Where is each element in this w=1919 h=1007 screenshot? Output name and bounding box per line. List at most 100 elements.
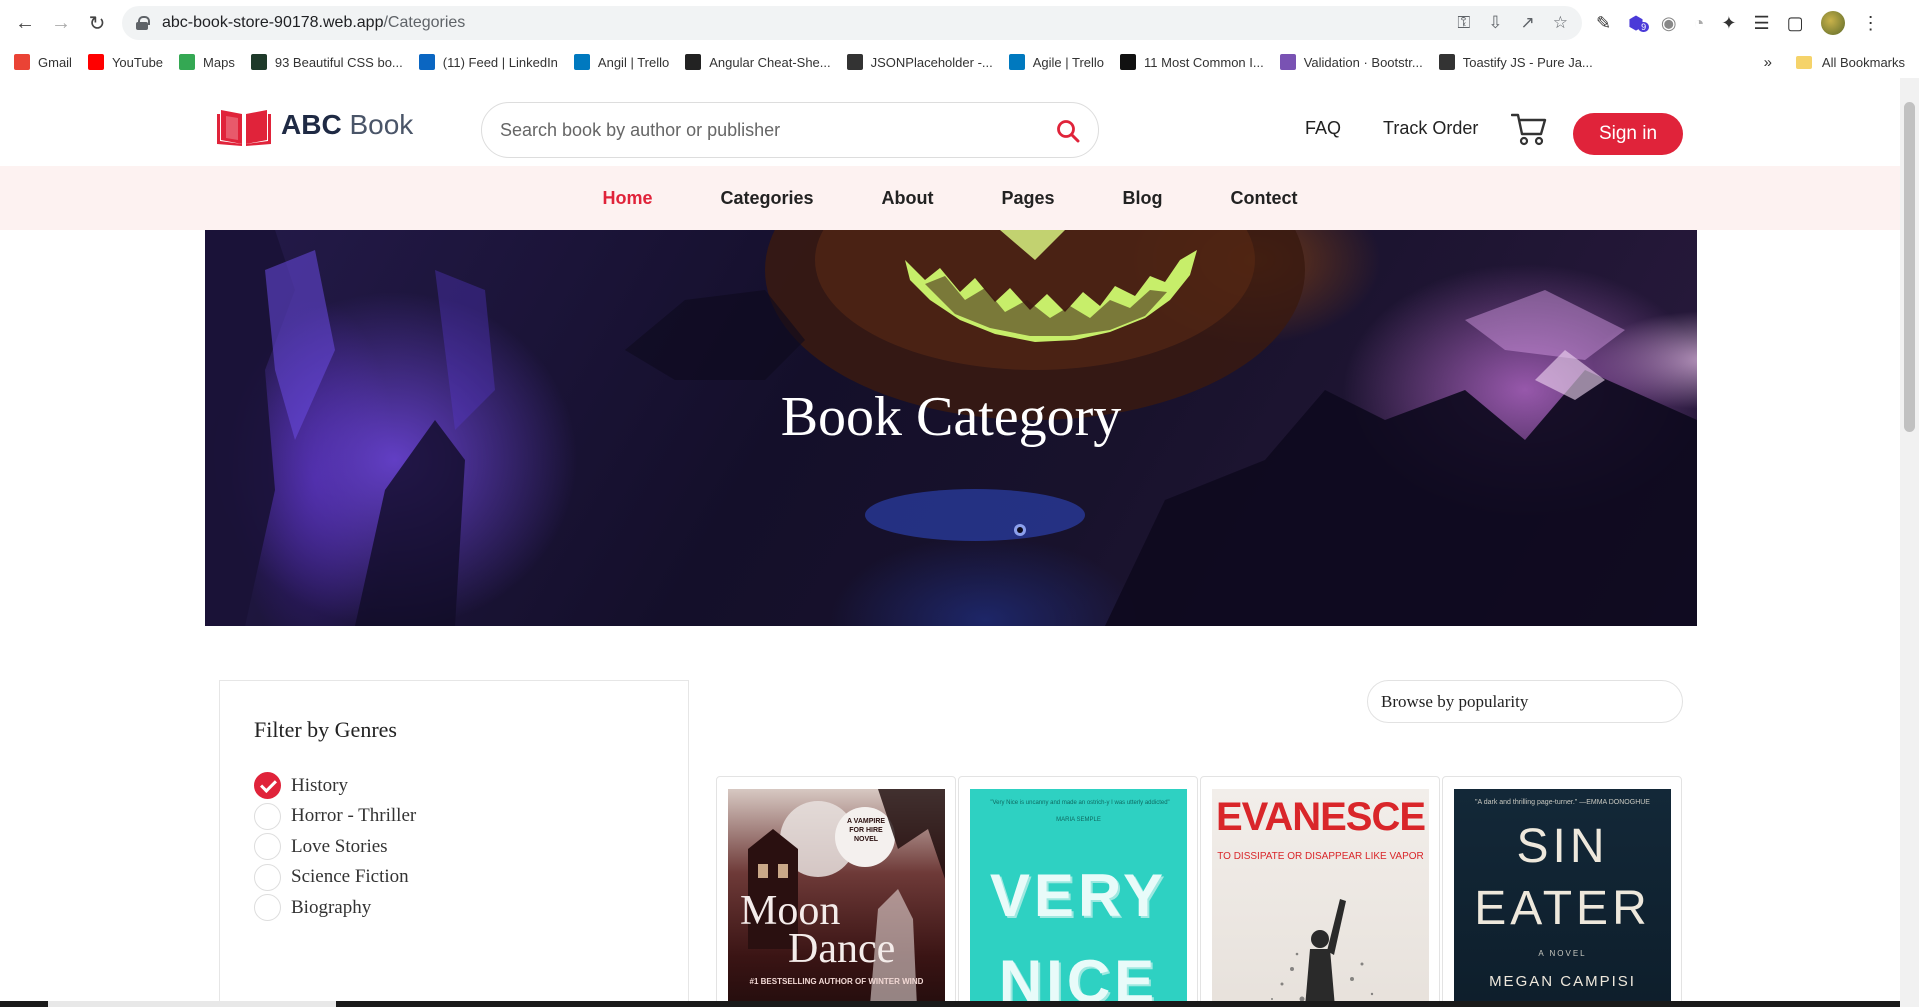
genre-option[interactable]: Love Stories xyxy=(254,833,388,860)
sidepanel-icon[interactable]: ▢ xyxy=(1787,13,1804,34)
book-cover-sin-eater[interactable]: "A dark and thrilling page-turner." —EMM… xyxy=(1454,789,1671,1007)
key-icon[interactable]: ⚿ xyxy=(1457,13,1470,33)
book-card[interactable]: "Very Nice is uncanny and made an ostric… xyxy=(958,776,1198,1007)
track-order-link[interactable]: Track Order xyxy=(1383,118,1478,139)
extension-badge-icon[interactable]: ⬢ 9 xyxy=(1628,13,1650,34)
bookmark-label: (11) Feed | LinkedIn xyxy=(442,54,558,70)
linkedin-icon xyxy=(418,54,435,70)
genre-option[interactable]: Horror - Thriller xyxy=(254,802,417,830)
radio-icon[interactable] xyxy=(254,833,281,860)
radio-icon[interactable] xyxy=(254,802,281,830)
menu-item-contect[interactable]: Contect xyxy=(1231,188,1298,209)
search-input[interactable] xyxy=(500,119,1020,141)
bookmark-item[interactable]: 11 Most Common I... xyxy=(1120,54,1264,70)
json-icon xyxy=(846,54,863,70)
menu-item-categories[interactable]: Categories xyxy=(720,188,813,209)
book-card[interactable]: A VAMPIRE FOR HIRE NOVEL Moon Dance #1 B… xyxy=(716,776,956,1007)
vertical-scrollbar[interactable] xyxy=(1900,78,1919,1007)
book-card[interactable]: EVANESCE TO DISSIPATE OR DISAPPEAR LIKE … xyxy=(1200,776,1440,1007)
bookmark-item[interactable]: Angil | Trello xyxy=(573,54,670,70)
sort-select[interactable]: Browse by popularity xyxy=(1367,680,1683,723)
camera-icon[interactable]: ◉ xyxy=(1661,13,1677,34)
browser-toolbar: ← → ↻ abc-book-store-90178.web.app/Categ… xyxy=(0,0,1919,46)
faq-link[interactable]: FAQ xyxy=(1305,118,1341,139)
bookmark-item[interactable]: (11) Feed | LinkedIn xyxy=(418,54,558,70)
address-bar[interactable]: abc-book-store-90178.web.app/Categories … xyxy=(122,6,1582,40)
bookmark-item[interactable]: 93 Beautiful CSS bo... xyxy=(250,54,403,70)
book-label: A NOVEL xyxy=(1538,949,1587,958)
horizontal-scrollbar[interactable] xyxy=(0,1001,1900,1007)
bookmark-item[interactable]: Validation · Bootstr... xyxy=(1279,54,1423,70)
menu-item-pages[interactable]: Pages xyxy=(1002,188,1055,209)
bookmark-item[interactable]: JSONPlaceholder -... xyxy=(846,54,993,70)
globe-icon xyxy=(1438,54,1455,70)
search-icon[interactable] xyxy=(1056,119,1080,143)
sign-in-button[interactable]: Sign in xyxy=(1573,113,1683,155)
bootstrap-icon xyxy=(1279,54,1296,70)
bookmark-item[interactable]: Toastify JS - Pure Ja... xyxy=(1438,54,1593,70)
bookmark-label: JSONPlaceholder -... xyxy=(870,54,993,70)
reload-icon[interactable]: ↻ xyxy=(84,10,110,36)
book-card[interactable]: "A dark and thrilling page-turner." —EMM… xyxy=(1442,776,1682,1007)
star-icon[interactable]: ☆ xyxy=(1553,13,1568,33)
genre-option[interactable]: History xyxy=(254,772,348,799)
bookmark-item[interactable]: Agile | Trello xyxy=(1008,54,1104,70)
book-footer: #1 BESTSELLING AUTHOR OF WINTER WIND xyxy=(749,977,924,986)
kebab-menu-icon[interactable]: ⋮ xyxy=(1862,13,1880,34)
vertical-scroll-thumb[interactable] xyxy=(1904,102,1915,432)
back-arrow-icon[interactable]: ← xyxy=(12,10,38,36)
filter-title: Filter by Genres xyxy=(254,717,397,742)
bookmark-item[interactable]: YouTube xyxy=(87,54,164,70)
book-cover-moon-dance[interactable]: A VAMPIRE FOR HIRE NOVEL Moon Dance #1 B… xyxy=(728,789,945,1007)
bookmark-label: Maps xyxy=(203,54,235,70)
main-menu: Home Categories About Pages Blog Contect xyxy=(0,166,1900,230)
bookmark-item[interactable]: Maps xyxy=(179,54,235,70)
book-title-line2: Dance xyxy=(788,926,896,972)
book-cover-very-nice[interactable]: "Very Nice is uncanny and made an ostric… xyxy=(970,789,1187,1007)
genre-option[interactable]: Science Fiction xyxy=(254,863,409,891)
maps-icon xyxy=(179,54,196,70)
menu-item-home[interactable]: Home xyxy=(602,188,652,209)
site-logo[interactable]: ABC Book xyxy=(217,104,413,146)
book-cover-evanesce[interactable]: EVANESCE TO DISSIPATE OR DISAPPEAR LIKE … xyxy=(1212,789,1429,1007)
timer-icon[interactable]: ◔ xyxy=(1694,13,1705,34)
media-queue-icon[interactable]: ☰ xyxy=(1754,13,1770,34)
horizontal-scroll-thumb[interactable] xyxy=(48,1001,336,1007)
bookmark-label: Angil | Trello xyxy=(597,54,670,70)
cart-icon[interactable] xyxy=(1511,112,1547,146)
bookmark-item[interactable]: Angular Cheat-She... xyxy=(685,54,831,70)
bookmark-label: Gmail xyxy=(38,54,72,70)
book-author: MEGAN CAMPISI xyxy=(1489,973,1636,990)
genre-label: Horror - Thriller xyxy=(291,805,417,826)
bookmark-label: YouTube xyxy=(111,54,164,70)
genre-option[interactable]: Biography xyxy=(254,894,371,921)
eyedropper-icon[interactable]: ✎ xyxy=(1596,13,1611,34)
url-path: /Categories xyxy=(383,14,466,31)
site-header: ABC Book FAQ Track Order Sign in xyxy=(0,78,1900,166)
share-icon[interactable]: ↗ xyxy=(1521,13,1535,33)
bookmark-item[interactable]: Gmail xyxy=(14,54,72,70)
bookmark-label: Validation · Bootstr... xyxy=(1303,54,1423,70)
radio-icon[interactable] xyxy=(254,863,281,891)
book-title-line2: NICE xyxy=(998,948,1159,1007)
bookmark-label: Angular Cheat-She... xyxy=(709,54,831,70)
css-icon xyxy=(250,54,267,70)
genre-label: History xyxy=(291,774,348,796)
radio-icon[interactable] xyxy=(254,894,281,921)
more-bookmarks-chevron[interactable]: » xyxy=(1764,54,1772,71)
logo-bold-text: ABC xyxy=(281,109,342,140)
t-icon xyxy=(1120,54,1137,70)
search-bar xyxy=(481,102,1099,158)
genre-label: Science Fiction xyxy=(291,866,409,887)
menu-item-blog[interactable]: Blog xyxy=(1123,188,1163,209)
install-icon[interactable]: ⇩ xyxy=(1488,13,1502,33)
menu-item-about[interactable]: About xyxy=(882,188,934,209)
trello-icon xyxy=(573,54,590,70)
all-bookmarks-link[interactable]: All Bookmarks xyxy=(1822,55,1905,70)
checked-radio-icon[interactable] xyxy=(254,772,281,799)
hero-title: Book Category xyxy=(780,386,1122,448)
forward-arrow-icon[interactable]: → xyxy=(48,10,74,36)
profile-avatar[interactable] xyxy=(1820,11,1845,35)
open-book-icon xyxy=(217,110,271,146)
puzzle-icon[interactable]: ✦ xyxy=(1721,13,1736,34)
